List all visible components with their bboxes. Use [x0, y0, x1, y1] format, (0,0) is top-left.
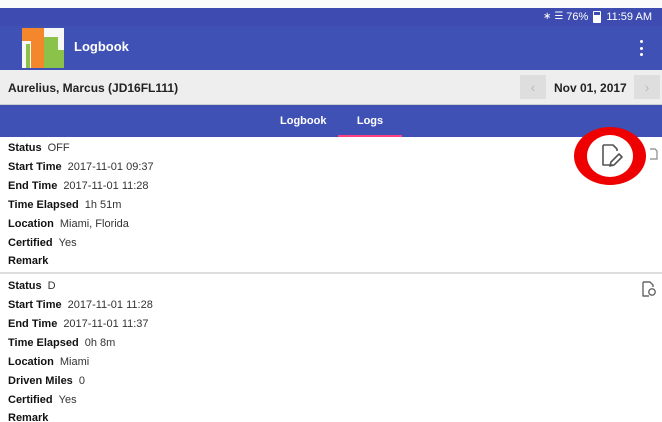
status-indicators: ∗ ☰ 76% 11:59 AM — [543, 10, 652, 24]
field-label: Location — [8, 218, 54, 230]
field-remark: Remark — [8, 412, 54, 422]
field-value: 1h 51m — [84, 199, 122, 211]
battery-percent: 76% — [566, 11, 589, 23]
field-label: Remark — [8, 255, 49, 267]
edit-button[interactable] — [640, 280, 658, 300]
field-value: 0 — [78, 375, 85, 387]
field-label: End Time — [8, 318, 58, 330]
field-start-time: Start Time 2017-11-01 11:28 — [8, 299, 153, 311]
field-value: 2017-11-01 09:37 — [67, 161, 154, 173]
edit-button[interactable] — [589, 138, 631, 174]
driver-name: Aurelius, Marcus (JD16FL111) — [8, 81, 179, 95]
tab-bar: Logbook Logs — [0, 105, 662, 137]
field-certified: Certified Yes — [8, 237, 77, 249]
field-end-time: End Time 2017-11-01 11:28 — [8, 180, 149, 192]
field-end-time: End Time 2017-11-01 11:37 — [8, 318, 149, 330]
field-label: Certified — [8, 394, 53, 406]
dot — [640, 53, 643, 56]
edit-icon — [642, 281, 656, 297]
field-status: Status D — [8, 280, 56, 292]
next-date-button[interactable]: › — [634, 75, 660, 99]
battery-icon — [593, 11, 602, 23]
field-value: D — [47, 280, 56, 292]
field-value: Yes — [58, 237, 77, 249]
edit-icon — [650, 148, 658, 160]
tab-logs[interactable]: Logs — [338, 105, 402, 137]
field-value: OFF — [47, 142, 70, 154]
dot — [640, 46, 643, 50]
status-bar: ∗ ☰ 76% 11:59 AM — [0, 8, 662, 26]
edit-icon — [602, 144, 623, 167]
field-status: Status OFF — [8, 142, 70, 154]
log-entry[interactable]: Status OFF Start Time 2017-11-01 09:37 End… — [0, 137, 662, 270]
wifi-icon: ☰ — [554, 11, 564, 22]
dot — [640, 40, 643, 43]
top-strip — [0, 0, 662, 8]
highlight-circle — [574, 127, 646, 185]
app-window: ∗ ☰ 76% 11:59 AM Logbook Aurelius, Marcu… — [0, 0, 662, 422]
field-label: End Time — [8, 180, 58, 192]
field-label: Remark — [8, 412, 49, 422]
field-label: Location — [8, 356, 54, 368]
field-label: Driven Miles — [8, 375, 73, 387]
field-certified: Certified Yes — [8, 394, 77, 406]
bluetooth-icon: ∗ — [542, 11, 552, 22]
field-label: Certified — [8, 237, 53, 249]
field-value: Miami, Florida — [59, 218, 129, 230]
driver-date-bar: Aurelius, Marcus (JD16FL111) ‹ Nov 01, 2… — [0, 70, 662, 105]
field-time-elapsed: Time Elapsed 0h 8m — [8, 337, 115, 349]
clock: 11:59 AM — [606, 11, 652, 23]
field-value: 2017-11-01 11:37 — [63, 318, 149, 330]
current-date: Nov 01, 2017 — [554, 81, 627, 95]
field-start-time: Start Time 2017-11-01 09:37 — [8, 161, 154, 173]
chevron-right-icon: › — [644, 79, 650, 95]
field-label: Time Elapsed — [8, 337, 79, 349]
field-driven-miles: Driven Miles 0 — [8, 375, 85, 387]
field-value: 2017-11-01 11:28 — [63, 180, 149, 192]
app-bar: Logbook — [0, 26, 662, 70]
log-entry[interactable]: Status D Start Time 2017-11-01 11:28 End T… — [0, 272, 662, 422]
field-remark: Remark — [8, 255, 54, 267]
field-location: Location Miami — [8, 356, 89, 368]
app-title: Logbook — [74, 39, 129, 54]
field-label: Status — [8, 142, 42, 154]
field-time-elapsed: Time Elapsed 1h 51m — [8, 199, 121, 211]
field-label: Start Time — [8, 161, 62, 173]
field-value: Yes — [58, 394, 77, 406]
app-logo — [22, 28, 64, 68]
tab-logbook[interactable]: Logbook — [280, 105, 326, 137]
previous-date-button[interactable]: ‹ — [520, 75, 546, 99]
field-value: 0h 8m — [84, 337, 116, 349]
field-label: Start Time — [8, 299, 62, 311]
field-label: Status — [8, 280, 42, 292]
field-label: Time Elapsed — [8, 199, 79, 211]
field-value: Miami — [59, 356, 90, 368]
field-value: 2017-11-01 11:28 — [67, 299, 153, 311]
more-vert-icon[interactable] — [640, 40, 644, 56]
chevron-left-icon: ‹ — [530, 79, 536, 95]
field-location: Location Miami, Florida — [8, 218, 129, 230]
